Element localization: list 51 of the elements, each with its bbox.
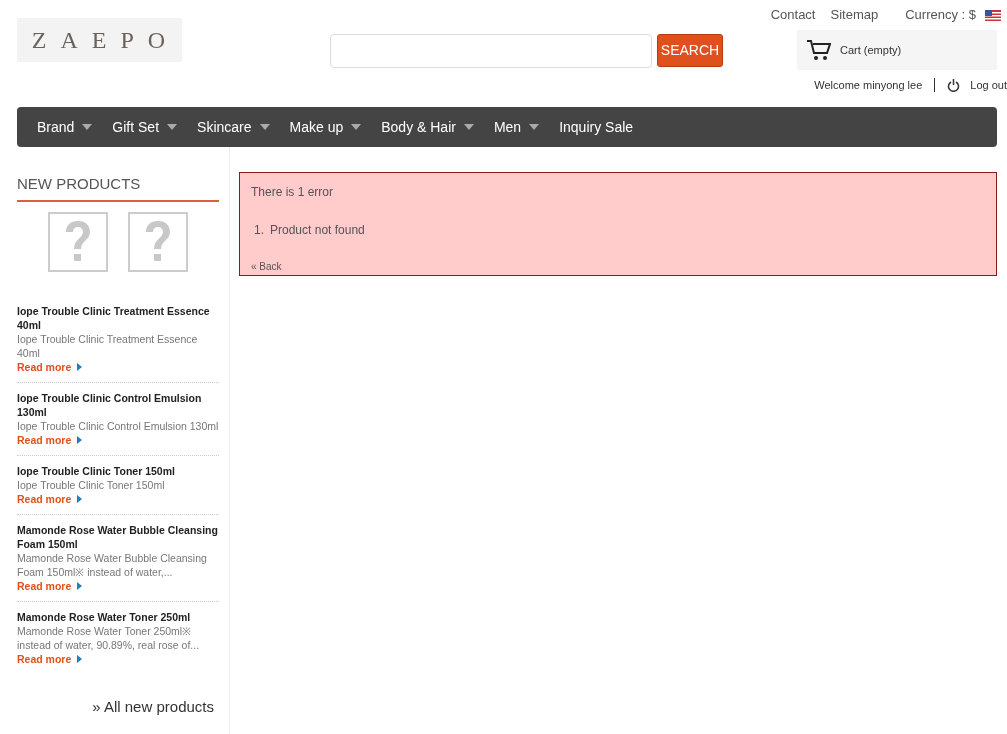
logout-link[interactable]: Log out	[970, 76, 1007, 94]
product-description: Mamonde Rose Water Bubble Cleansing Foam 150ml※ instead of water,...	[17, 550, 208, 579]
product-name[interactable]: Iope Trouble Clinic Control Emulsion 130ml	[17, 390, 219, 419]
welcome-text: Welcome minyong lee	[814, 77, 923, 93]
read-more-link[interactable]: Read more	[17, 651, 83, 666]
flag-icon[interactable]	[985, 9, 1001, 21]
back-link[interactable]: « Back	[251, 259, 985, 274]
nav-item[interactable]: Gift Set	[112, 116, 178, 138]
section-title: NEW PRODUCTS	[17, 173, 219, 202]
caret-icon	[82, 124, 93, 130]
nav-item[interactable]: Make up	[289, 116, 362, 138]
product-description: Iope Trouble Clinic Toner 150ml	[17, 477, 166, 492]
header-link[interactable]: Sitemap	[830, 5, 879, 25]
error-title: There is 1 error	[251, 184, 335, 201]
caret-icon	[259, 124, 270, 130]
triangle-icon	[77, 654, 83, 663]
nav-item[interactable]: Brand	[37, 116, 93, 138]
product-name[interactable]: Mamonde Rose Water Toner 250ml	[17, 609, 219, 624]
nav-item[interactable]: Skincare	[197, 116, 270, 138]
triangle-icon	[77, 435, 83, 444]
caret-icon	[529, 124, 540, 130]
caret-icon	[351, 124, 362, 130]
read-more-link[interactable]: Read more	[17, 491, 83, 506]
product-description: Iope Trouble Clinic Control Emulsion 130ml	[17, 418, 219, 433]
triangle-icon	[77, 494, 83, 503]
caret-icon	[167, 124, 178, 130]
caret-icon	[463, 124, 474, 130]
read-more-link[interactable]: Read more	[17, 578, 83, 593]
cart-icon	[807, 39, 831, 61]
currency-selector[interactable]: Currency : $	[905, 5, 976, 25]
list-number: 1.	[254, 222, 264, 239]
cart-panel[interactable]: Cart (empty)	[797, 30, 997, 70]
power-icon[interactable]	[947, 78, 961, 92]
read-more-link[interactable]: Read more	[17, 359, 83, 374]
nav-item[interactable]: Body & Hair	[381, 116, 474, 138]
read-more-link[interactable]: Read more	[17, 432, 83, 447]
product-name[interactable]: Iope Trouble Clinic Toner 150ml	[17, 463, 219, 478]
product-description: Iope Trouble Clinic Treatment Essence 40ml	[17, 331, 199, 360]
triangle-icon	[77, 362, 83, 371]
product-description: Mamonde Rose Water Toner 250ml※ instead of water, 90.89%, real rose of...	[17, 623, 201, 652]
nav-item[interactable]: Men	[493, 116, 540, 138]
triangle-icon	[77, 581, 83, 590]
search-field[interactable]	[330, 34, 652, 68]
logo[interactable]: ZAEPO	[17, 18, 182, 62]
product-name[interactable]: Iope Trouble Clinic Treatment Essence 40ml	[17, 303, 219, 332]
all-products-link[interactable]: » All new products	[92, 695, 214, 718]
error-message: Product not found	[270, 222, 365, 239]
product-name[interactable]: Mamonde Rose Water Bubble Cleansing Foam 150ml	[17, 522, 219, 551]
search-button[interactable]: SEARCH	[657, 34, 723, 67]
nav-item[interactable]: Inquiry Sale	[559, 116, 634, 138]
header-link[interactable]: Contact	[770, 5, 816, 25]
